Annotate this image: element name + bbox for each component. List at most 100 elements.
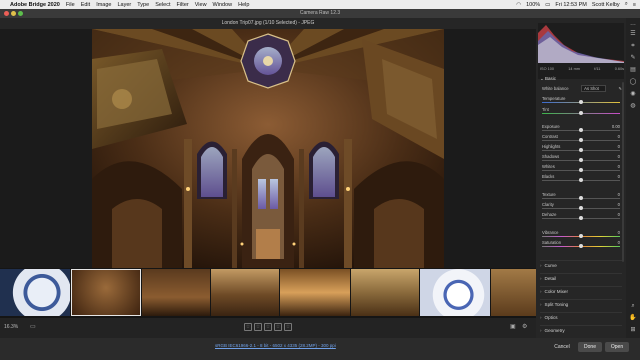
vibrance-handle[interactable] <box>579 234 583 239</box>
filmstrip-thumb[interactable] <box>142 269 210 316</box>
filmstrip-thumb[interactable] <box>0 269 70 316</box>
menu-edit[interactable]: Edit <box>81 2 90 8</box>
more-options-icon[interactable]: … <box>629 20 637 28</box>
blacks-handle[interactable] <box>579 178 583 183</box>
clarity-slider[interactable]: Clarity 0 <box>542 202 620 211</box>
zoom-level[interactable]: 16.3% <box>4 324 18 330</box>
contrast-handle[interactable] <box>579 138 583 143</box>
menu-file[interactable]: File <box>66 2 75 8</box>
radial-filter-icon[interactable]: ◯ <box>629 78 637 86</box>
filmstrip-thumb[interactable] <box>491 269 537 316</box>
search-icon[interactable]: ⌕ <box>625 1 628 8</box>
crop-icon[interactable]: ⌗ <box>629 42 637 50</box>
exposure-value[interactable]: 0.00 <box>612 124 620 129</box>
contrast-slider[interactable]: Contrast 0 <box>542 134 620 143</box>
whites-value[interactable]: 0 <box>618 164 620 169</box>
panel-scrollbar[interactable] <box>622 82 624 262</box>
menu-window[interactable]: Window <box>213 2 233 8</box>
zoom-tool-icon[interactable]: ⌕ <box>629 302 637 310</box>
star-4-icon[interactable]: ☆ <box>274 323 282 331</box>
star-3-icon[interactable]: ☆ <box>264 323 272 331</box>
star-1-icon[interactable]: ☆ <box>244 323 252 331</box>
battery-icon[interactable]: ▭ <box>545 2 550 8</box>
menu-type[interactable]: Type <box>137 2 149 8</box>
red-eye-icon[interactable]: ◉ <box>629 90 637 98</box>
texture-handle[interactable] <box>579 196 583 201</box>
preview-image[interactable] <box>92 29 444 268</box>
clarity-value[interactable]: 0 <box>618 202 620 207</box>
star-5-icon[interactable]: ☆ <box>284 323 292 331</box>
clock[interactable]: Fri 12:53 PM <box>555 2 586 8</box>
workflow-options-link[interactable]: sRGB IEC61966-2.1 - 8 bit - 6502 x 4335 … <box>215 343 336 348</box>
vibrance-slider[interactable]: Vibrance 0 <box>542 230 620 239</box>
texture-value[interactable]: 0 <box>618 192 620 197</box>
settings-icon[interactable]: ⚙ <box>522 323 527 330</box>
color-mixer-section[interactable]: › Color Mixer <box>540 286 622 296</box>
curve-section[interactable]: › Curve <box>540 260 622 270</box>
compare-view-icon[interactable]: ▣ <box>510 323 516 330</box>
blacks-slider[interactable]: Blacks 0 <box>542 174 620 183</box>
cancel-button[interactable]: Cancel <box>549 342 575 352</box>
texture-slider[interactable]: Texture 0 <box>542 192 620 201</box>
zoom-window-button[interactable] <box>18 11 23 16</box>
menu-layer[interactable]: Layer <box>117 2 131 8</box>
filmstrip-thumb[interactable] <box>211 269 279 316</box>
exposure-slider[interactable]: Exposure 0.00 <box>542 124 620 133</box>
detail-section[interactable]: › Detail <box>540 273 622 283</box>
saturation-handle[interactable] <box>579 244 583 249</box>
split-toning-section[interactable]: › Split Toning <box>540 299 622 309</box>
highlights-slider[interactable]: Highlights 0 <box>542 144 620 153</box>
contrast-value[interactable]: 0 <box>618 134 620 139</box>
temperature-slider[interactable]: Temperature <box>542 96 620 105</box>
grid-icon[interactable]: ⊞ <box>629 326 637 334</box>
white-balance-select[interactable]: As Shot <box>581 85 606 92</box>
hand-tool-icon[interactable]: ✋ <box>629 314 637 322</box>
edit-sliders-icon[interactable]: ☰ <box>629 30 637 38</box>
whites-slider[interactable]: Whites 0 <box>542 164 620 173</box>
brush-icon[interactable]: ✎ <box>629 54 637 62</box>
shadows-value[interactable]: 0 <box>618 154 620 159</box>
exposure-handle[interactable] <box>579 128 583 133</box>
vibrance-value[interactable]: 0 <box>618 230 620 235</box>
temperature-handle[interactable] <box>579 100 583 105</box>
dehaze-value[interactable]: 0 <box>618 212 620 217</box>
close-window-button[interactable] <box>4 11 9 16</box>
menu-app-name[interactable]: Adobe Bridge 2020 <box>10 2 60 8</box>
filmstrip-thumb[interactable] <box>420 269 490 316</box>
menu-list-icon[interactable]: ≡ <box>633 2 636 8</box>
image-canvas[interactable] <box>0 29 536 268</box>
user-name[interactable]: Scott Kelby <box>592 2 620 8</box>
optics-section[interactable]: › Optics <box>540 312 622 322</box>
tint-slider[interactable]: Tint <box>542 107 620 116</box>
shadows-slider[interactable]: Shadows 0 <box>542 154 620 163</box>
gradient-icon[interactable]: ▤ <box>629 66 637 74</box>
highlights-handle[interactable] <box>579 148 583 153</box>
done-button[interactable]: Done <box>578 342 602 352</box>
basic-section-header[interactable]: ⌄ Basic <box>540 76 556 82</box>
open-button[interactable]: Open <box>605 342 629 352</box>
blacks-value[interactable]: 0 <box>618 174 620 179</box>
filmstrip-thumb-selected[interactable] <box>71 269 141 316</box>
minimize-window-button[interactable] <box>11 11 16 16</box>
menu-help[interactable]: Help <box>238 2 249 8</box>
dehaze-slider[interactable]: Dehaze 0 <box>542 212 620 221</box>
menu-filter[interactable]: Filter <box>176 2 188 8</box>
shadows-handle[interactable] <box>579 158 583 163</box>
filmstrip-thumb[interactable] <box>351 269 419 316</box>
tint-handle[interactable] <box>579 111 583 116</box>
star-2-icon[interactable]: ☆ <box>254 323 262 331</box>
wifi-icon[interactable]: ◠ <box>516 2 521 8</box>
geometry-section[interactable]: › Geometry <box>540 325 622 335</box>
menu-select[interactable]: Select <box>155 2 170 8</box>
filmstrip-toggle-icon[interactable]: ▭ <box>30 323 36 330</box>
presets-icon[interactable]: ◍ <box>629 102 637 110</box>
saturation-slider[interactable]: Saturation 0 <box>542 240 620 249</box>
highlights-value[interactable]: 0 <box>618 144 620 149</box>
menu-image[interactable]: Image <box>96 2 111 8</box>
saturation-value[interactable]: 0 <box>618 240 620 245</box>
clarity-handle[interactable] <box>579 206 583 211</box>
dehaze-handle[interactable] <box>579 216 583 221</box>
filmstrip-thumb[interactable] <box>280 269 350 316</box>
whites-handle[interactable] <box>579 168 583 173</box>
menu-view[interactable]: View <box>195 2 207 8</box>
